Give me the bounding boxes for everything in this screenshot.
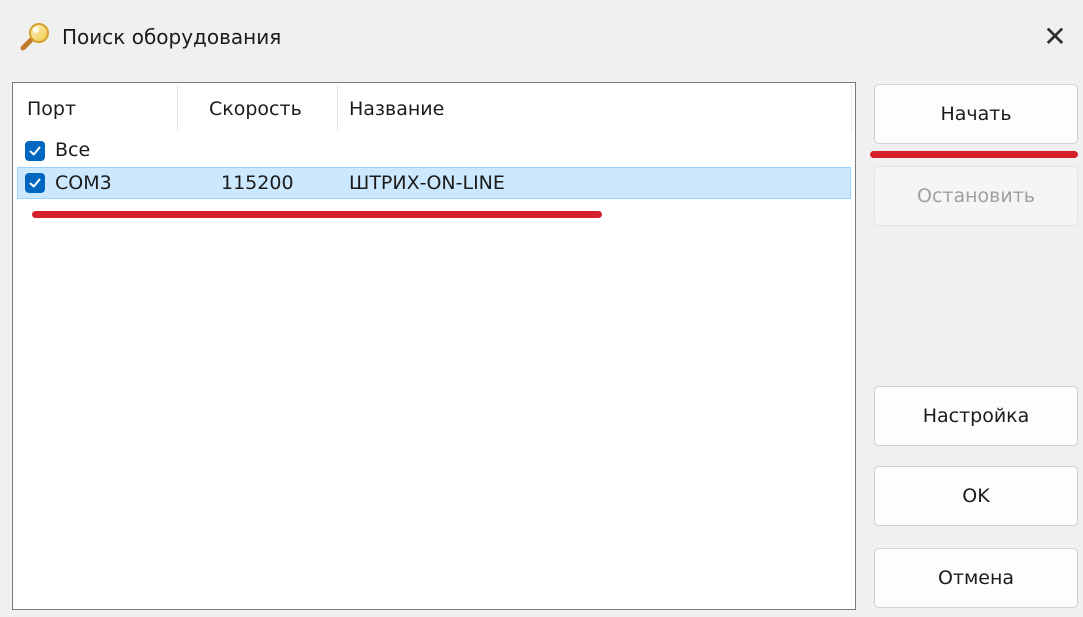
port-cell: COM3: [55, 172, 112, 194]
checkmark-icon: [29, 146, 41, 156]
window-title: Поиск оборудования: [62, 25, 282, 49]
column-header-name[interactable]: Название: [349, 95, 444, 123]
column-separator[interactable]: [851, 85, 852, 131]
checkbox-com3[interactable]: [25, 173, 45, 193]
device-list[interactable]: Порт Скорость Название Все COM3 115200 Ш…: [12, 82, 856, 610]
settings-button[interactable]: Настройка: [874, 386, 1078, 446]
title-bar: Поиск оборудования ✕: [0, 0, 1083, 70]
column-separator[interactable]: [177, 85, 178, 131]
name-cell: ШТРИХ-ON-LINE: [349, 172, 505, 194]
magnifier-icon: [20, 23, 49, 51]
start-button[interactable]: Начать: [874, 84, 1078, 144]
port-cell: Все: [55, 139, 91, 161]
stop-button[interactable]: Остановить: [874, 166, 1078, 226]
close-button[interactable]: ✕: [1035, 16, 1075, 56]
column-header-port[interactable]: Порт: [27, 95, 76, 123]
annotation-underline-start: [870, 151, 1078, 158]
list-item-all[interactable]: Все: [17, 135, 851, 167]
annotation-underline-com3: [32, 211, 602, 218]
checkbox-all[interactable]: [25, 141, 45, 161]
column-header-speed[interactable]: Скорость: [209, 95, 302, 123]
equipment-search-dialog: Поиск оборудования ✕ Порт Скорость Назва…: [0, 0, 1083, 617]
list-item-com3[interactable]: COM3 115200 ШТРИХ-ON-LINE: [17, 167, 851, 199]
ok-button[interactable]: OK: [874, 466, 1078, 526]
cancel-button[interactable]: Отмена: [874, 548, 1078, 608]
column-separator[interactable]: [337, 85, 338, 131]
checkmark-icon: [29, 178, 41, 188]
speed-cell: 115200: [221, 172, 294, 194]
list-header: Порт Скорость Название: [13, 83, 855, 133]
close-icon: ✕: [1043, 19, 1067, 53]
